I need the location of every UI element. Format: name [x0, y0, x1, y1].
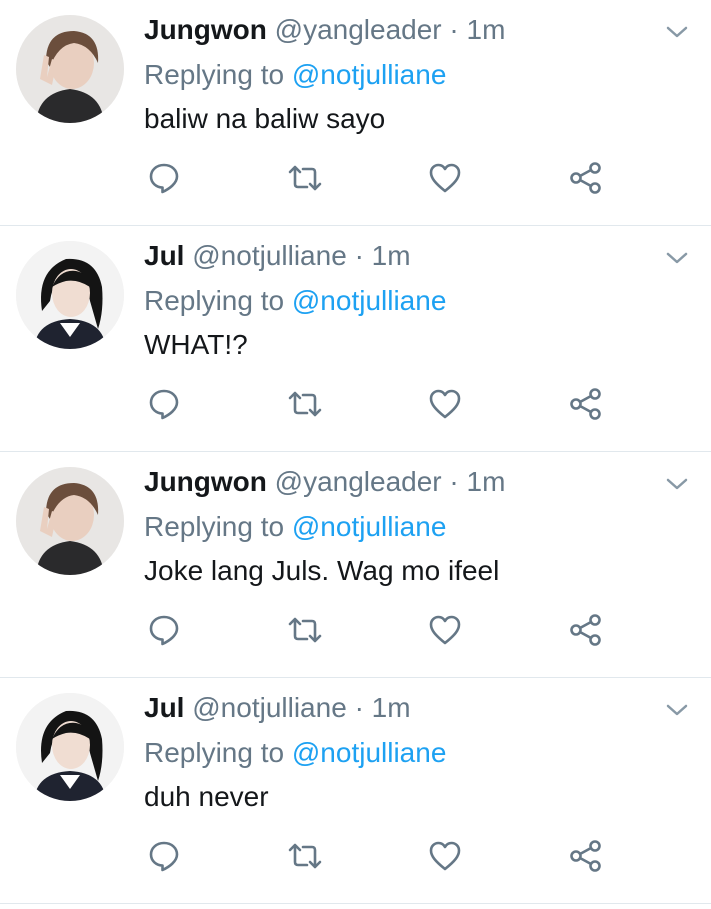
replying-to-label: Replying to [144, 285, 285, 316]
retweet-icon[interactable] [287, 838, 323, 874]
tweet-text: WHAT!? [144, 329, 248, 360]
replying-to-label: Replying to [144, 59, 285, 90]
retweet-icon[interactable] [287, 386, 323, 422]
tweet-header: Jul @notjulliane · 1m [144, 688, 411, 728]
timestamp[interactable]: 1m [372, 240, 411, 271]
share-icon[interactable] [568, 160, 604, 196]
mention-link[interactable]: @notjulliane [292, 285, 447, 316]
like-icon[interactable] [427, 612, 463, 648]
replying-to-line: Replying to @notjulliane [144, 281, 446, 321]
reply-icon[interactable] [146, 386, 182, 422]
avatar[interactable] [16, 467, 124, 575]
tweet-header: Jul @notjulliane · 1m [144, 236, 411, 276]
chevron-down-icon[interactable] [664, 700, 690, 720]
separator-dot: · [354, 692, 364, 723]
tweet-text: duh never [144, 781, 269, 812]
timestamp[interactable]: 1m [372, 692, 411, 723]
separator-dot: · [449, 466, 459, 497]
author-name[interactable]: Jul [144, 692, 184, 723]
mention-link[interactable]: @notjulliane [292, 59, 447, 90]
tweet-header: Jungwon @yangleader · 1m [144, 462, 505, 502]
author-handle[interactable]: @notjulliane [192, 692, 347, 723]
chevron-down-icon[interactable] [664, 474, 690, 494]
timestamp[interactable]: 1m [467, 466, 506, 497]
tweet[interactable]: Jul @notjulliane · 1m Replying to @notju… [0, 678, 711, 904]
reply-icon[interactable] [146, 612, 182, 648]
replying-to-line: Replying to @notjulliane [144, 733, 446, 773]
avatar[interactable] [16, 15, 124, 123]
reply-icon[interactable] [146, 160, 182, 196]
replying-to-label: Replying to [144, 511, 285, 542]
reply-icon[interactable] [146, 838, 182, 874]
mention-link[interactable]: @notjulliane [292, 737, 447, 768]
like-icon[interactable] [427, 838, 463, 874]
author-name[interactable]: Jungwon [144, 14, 267, 45]
separator-dot: · [449, 14, 459, 45]
timestamp[interactable]: 1m [467, 14, 506, 45]
like-icon[interactable] [427, 160, 463, 196]
retweet-icon[interactable] [287, 612, 323, 648]
chevron-down-icon[interactable] [664, 248, 690, 268]
author-handle[interactable]: @yangleader [275, 466, 442, 497]
divider [0, 903, 711, 904]
tweet-text: Joke lang Juls. Wag mo ifeel [144, 555, 500, 586]
avatar-image [16, 15, 124, 123]
avatar-image [16, 241, 124, 349]
chevron-down-icon[interactable] [664, 22, 690, 42]
replying-to-label: Replying to [144, 737, 285, 768]
author-handle[interactable]: @yangleader [275, 14, 442, 45]
replying-to-line: Replying to @notjulliane [144, 507, 446, 547]
avatar-image [16, 693, 124, 801]
share-icon[interactable] [568, 838, 604, 874]
mention-link[interactable]: @notjulliane [292, 511, 447, 542]
replying-to-line: Replying to @notjulliane [144, 55, 446, 95]
separator-dot: · [354, 240, 364, 271]
share-icon[interactable] [568, 612, 604, 648]
author-name[interactable]: Jungwon [144, 466, 267, 497]
avatar-image [16, 467, 124, 575]
tweet-header: Jungwon @yangleader · 1m [144, 10, 505, 50]
tweet[interactable]: Jungwon @yangleader · 1m Replying to @no… [0, 452, 711, 678]
tweet[interactable]: Jungwon @yangleader · 1m Replying to @no… [0, 0, 711, 226]
share-icon[interactable] [568, 386, 604, 422]
tweet-text: baliw na baliw sayo [144, 103, 386, 134]
like-icon[interactable] [427, 386, 463, 422]
avatar[interactable] [16, 693, 124, 801]
author-name[interactable]: Jul [144, 240, 184, 271]
avatar[interactable] [16, 241, 124, 349]
tweet[interactable]: Jul @notjulliane · 1m Replying to @notju… [0, 226, 711, 452]
retweet-icon[interactable] [287, 160, 323, 196]
author-handle[interactable]: @notjulliane [192, 240, 347, 271]
